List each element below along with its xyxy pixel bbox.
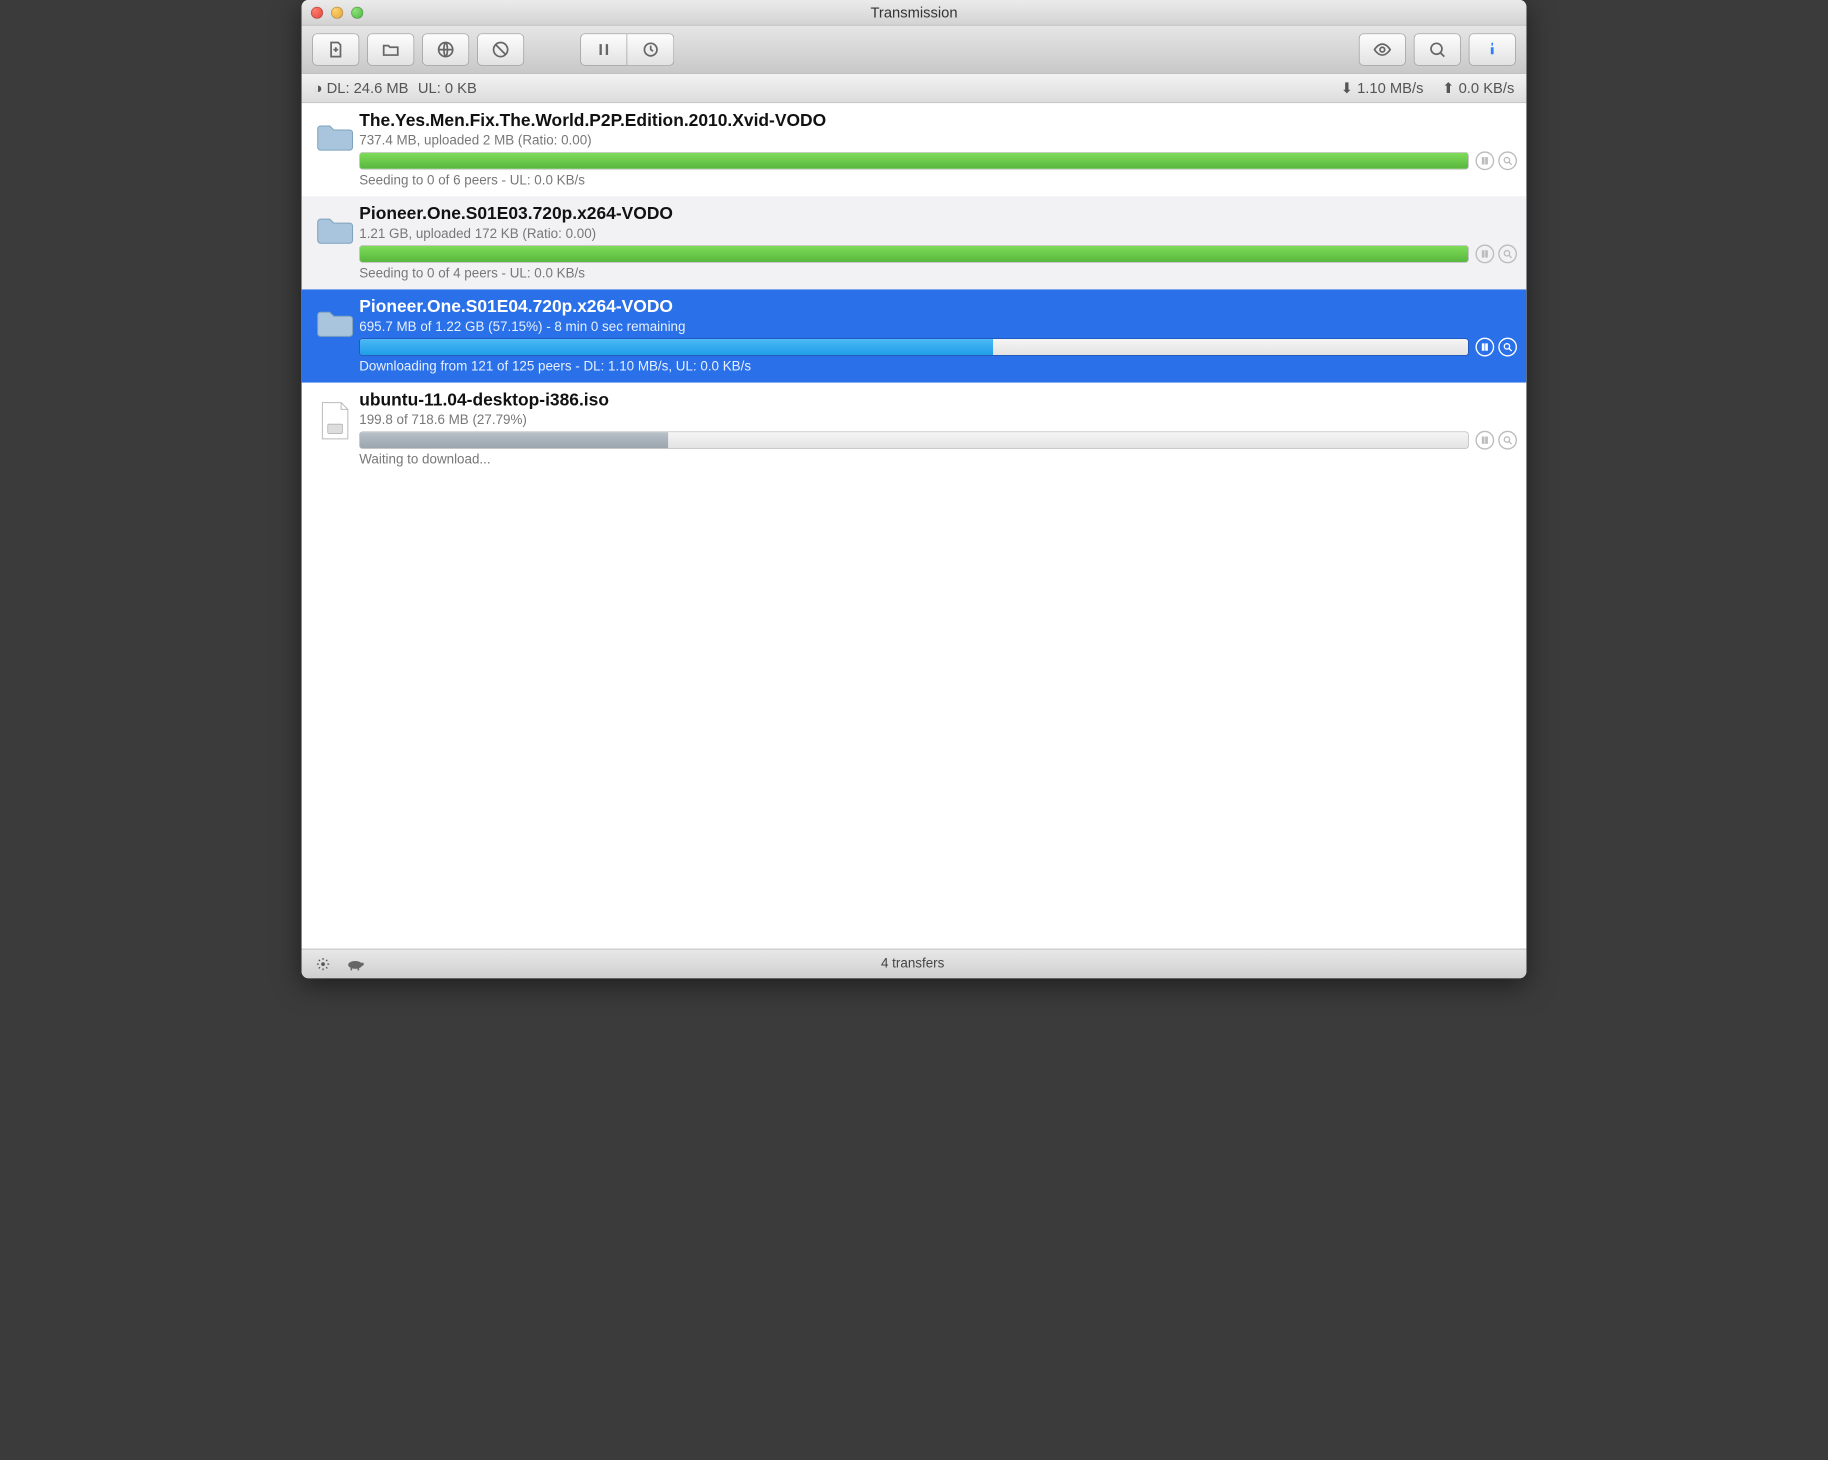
resume-all-button[interactable] [627, 33, 674, 65]
torrent-title: ubuntu-11.04-desktop-i386.iso [359, 389, 1517, 410]
progress-bar [359, 431, 1469, 448]
close-window-button[interactable] [311, 6, 323, 18]
down-rate-section: ⬇ 1.10 MB/s [1341, 79, 1424, 96]
torrent-list[interactable]: The.Yes.Men.Fix.The.World.P2P.Edition.20… [302, 103, 1527, 949]
folder-icon [316, 308, 354, 337]
dl-total: 24.6 MB [354, 79, 409, 96]
traffic-lights [311, 6, 363, 18]
torrent-peers: Downloading from 121 of 125 peers - DL: … [359, 359, 1517, 374]
up-rate: 0.0 KB/s [1459, 79, 1515, 96]
pause-torrent-button[interactable] [1475, 338, 1494, 357]
reveal-torrent-button[interactable] [1498, 338, 1517, 357]
folder-icon [381, 40, 400, 59]
torrent-title: The.Yes.Men.Fix.The.World.P2P.Edition.20… [359, 110, 1517, 131]
torrent-peers: Seeding to 0 of 4 peers - UL: 0.0 KB/s [359, 266, 1517, 281]
folder-icon [316, 122, 354, 151]
titlebar: Transmission [302, 0, 1527, 25]
bottombar: 4 transfers [302, 949, 1527, 978]
torrent-subtitle: 737.4 MB, uploaded 2 MB (Ratio: 0.00) [359, 133, 1517, 148]
torrent-row[interactable]: The.Yes.Men.Fix.The.World.P2P.Edition.20… [302, 103, 1527, 196]
speed-limit-button[interactable] [346, 954, 365, 973]
open-url-button[interactable] [422, 33, 469, 65]
progress-bar [359, 338, 1469, 355]
torrent-peers: Seeding to 0 of 6 peers - UL: 0.0 KB/s [359, 173, 1517, 188]
pause-torrent-button[interactable] [1475, 431, 1494, 450]
action-menu-button[interactable] [314, 954, 333, 973]
torrent-subtitle: 1.21 GB, uploaded 172 KB (Ratio: 0.00) [359, 226, 1517, 241]
folder-icon [316, 215, 354, 244]
remove-torrent-button[interactable] [477, 33, 524, 65]
down-rate: 1.10 MB/s [1357, 79, 1423, 96]
inspector-button[interactable] [1469, 33, 1516, 65]
progress-bar [359, 245, 1469, 262]
resume-icon [641, 40, 660, 59]
toolbar [302, 25, 1527, 73]
torrent-subtitle: 695.7 MB of 1.22 GB (57.15%) - 8 min 0 s… [359, 320, 1517, 335]
torrent-title: Pioneer.One.S01E03.720p.x264-VODO [359, 203, 1517, 224]
down-arrow-icon: ⬇ [1341, 79, 1353, 96]
filter-button[interactable] [1414, 33, 1461, 65]
pause-icon [594, 40, 613, 59]
pause-all-button[interactable] [580, 33, 627, 65]
pause-torrent-button[interactable] [1475, 245, 1494, 264]
zoom-window-button[interactable] [351, 6, 363, 18]
torrent-subtitle: 199.8 of 718.6 MB (27.79%) [359, 413, 1517, 428]
row-icon [311, 203, 359, 245]
reveal-torrent-button[interactable] [1498, 245, 1517, 264]
ul-total: 0 KB [445, 79, 477, 96]
search-icon [1428, 40, 1447, 59]
gear-icon [316, 956, 331, 971]
reveal-torrent-button[interactable] [1498, 151, 1517, 170]
statusbar: ◑ DL: 24.6 MB UL: 0 KB ⬇ 1.10 MB/s ⬆ 0.0… [302, 74, 1527, 103]
row-icon [311, 296, 359, 338]
torrent-title: Pioneer.One.S01E04.720p.x264-VODO [359, 296, 1517, 317]
info-icon [1483, 40, 1502, 59]
disk-image-icon [320, 401, 351, 440]
ratio-icon: ◑ [314, 79, 323, 96]
row-icon [311, 110, 359, 152]
torrent-row[interactable]: Pioneer.One.S01E03.720p.x264-VODO 1.21 G… [302, 196, 1527, 289]
create-torrent-button[interactable] [312, 33, 359, 65]
globe-icon [436, 40, 455, 59]
torrent-row[interactable]: ubuntu-11.04-desktop-i386.iso 199.8 of 7… [302, 383, 1527, 476]
dl-label: DL: [327, 79, 350, 96]
open-torrent-button[interactable] [367, 33, 414, 65]
quicklook-button[interactable] [1359, 33, 1406, 65]
play-pause-group [580, 33, 674, 65]
eye-icon [1373, 40, 1392, 59]
app-window: Transmission [302, 0, 1527, 978]
reveal-torrent-button[interactable] [1498, 431, 1517, 450]
no-entry-icon [491, 40, 510, 59]
window-title: Transmission [302, 4, 1527, 21]
up-rate-section: ⬆ 0.0 KB/s [1442, 79, 1514, 96]
row-icon [311, 389, 359, 440]
file-plus-icon [326, 40, 345, 59]
up-arrow-icon: ⬆ [1442, 79, 1454, 96]
torrent-peers: Waiting to download... [359, 452, 1517, 467]
ul-label: UL: [418, 79, 441, 96]
turtle-icon [346, 957, 365, 970]
minimize-window-button[interactable] [331, 6, 343, 18]
progress-bar [359, 152, 1469, 169]
transfer-summary: 4 transfers [365, 956, 1461, 971]
torrent-row[interactable]: Pioneer.One.S01E04.720p.x264-VODO 695.7 … [302, 289, 1527, 382]
pause-torrent-button[interactable] [1475, 151, 1494, 170]
